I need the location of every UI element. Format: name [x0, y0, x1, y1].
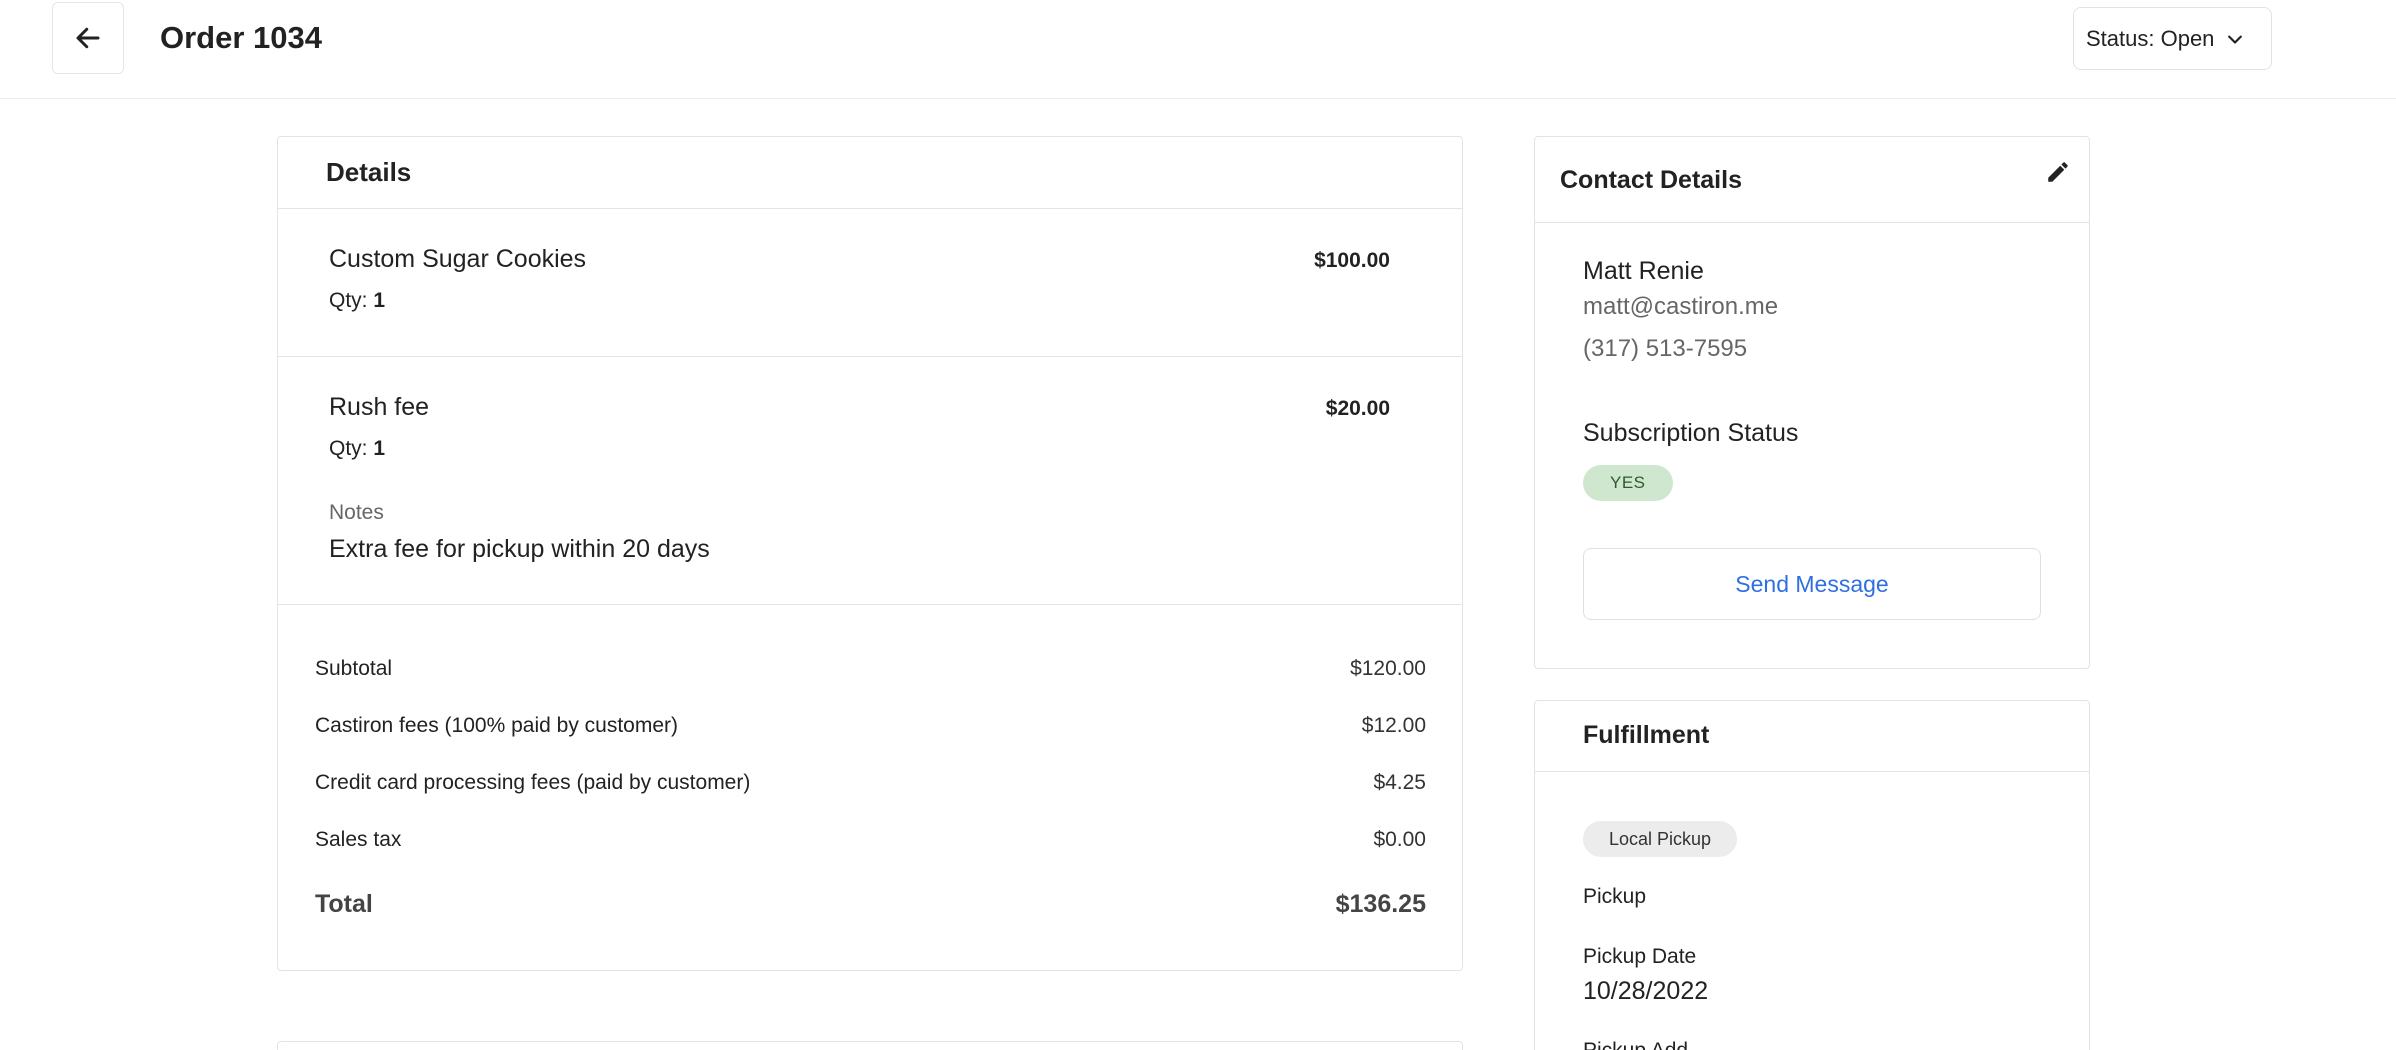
fulfillment-type: Pickup	[1583, 885, 1647, 908]
top-bar: Order 1034 Status: Open	[0, 0, 2396, 99]
cc-fees-row: Credit card processing fees (paid by cus…	[315, 771, 1426, 795]
order-item: Rush fee $20.00 Qty: 1 Notes Extra fee f…	[278, 357, 1462, 605]
pickup-date: 10/28/2022	[1583, 977, 1709, 1005]
contact-name: Matt Renie	[1583, 257, 1704, 285]
status-dropdown-label: Status: Open	[2086, 25, 2215, 51]
subtotal-row: Subtotal $120.00	[315, 657, 1426, 681]
item-qty: Qty: 1	[329, 289, 385, 313]
fulfillment-method-badge: Local Pickup	[1583, 821, 1738, 857]
item-qty-value: 1	[373, 437, 386, 460]
total-value: $136.25	[1335, 890, 1426, 918]
sales-tax-value: $0.00	[1373, 828, 1426, 851]
castiron-fees-row: Castiron fees (100% paid by customer) $1…	[315, 714, 1426, 738]
item-qty: Qty: 1	[329, 437, 385, 461]
subscription-status-badge: YES	[1583, 465, 1673, 501]
item-qty-value: 1	[373, 289, 386, 312]
castiron-fees-label: Castiron fees (100% paid by customer)	[315, 714, 678, 737]
item-name: Rush fee	[329, 393, 430, 421]
next-card	[277, 1041, 1463, 1050]
cc-fees-label: Credit card processing fees (paid by cus…	[315, 771, 751, 794]
item-price: $20.00	[1325, 397, 1390, 420]
contact-email: matt@castiron.me	[1583, 293, 1779, 320]
cc-fees-value: $4.25	[1373, 771, 1426, 794]
notes-text: Extra fee for pickup within 20 days	[329, 535, 710, 563]
details-card: Details Custom Sugar Cookies $100.00 Qty…	[277, 136, 1463, 971]
fulfillment-title: Fulfillment	[1535, 701, 2089, 772]
contact-card: Contact Details Matt Renie matt@castiron…	[1534, 136, 2090, 669]
item-price: $100.00	[1314, 249, 1390, 272]
pickup-date-label: Pickup Date	[1583, 945, 1697, 968]
chevron-down-icon	[2228, 35, 2242, 44]
total-label: Total	[315, 890, 373, 918]
castiron-fees-value: $12.00	[1361, 714, 1426, 737]
contact-title: Contact Details	[1560, 166, 1742, 194]
order-item: Custom Sugar Cookies $100.00 Qty: 1	[278, 209, 1462, 357]
notes-label: Notes	[329, 501, 384, 524]
item-qty-label: Qty:	[329, 289, 368, 312]
arrow-left-icon	[76, 27, 100, 49]
status-dropdown[interactable]: Status: Open	[2073, 7, 2272, 70]
sales-tax-label: Sales tax	[315, 828, 402, 851]
fulfillment-card: Fulfillment Local Pickup Pickup Pickup D…	[1534, 700, 2090, 1050]
details-title: Details	[278, 137, 1462, 209]
item-name: Custom Sugar Cookies	[329, 245, 587, 273]
sales-tax-row: Sales tax $0.00	[315, 828, 1426, 852]
total-row: Total $136.25	[315, 890, 1426, 919]
subtotal-value: $120.00	[1350, 657, 1426, 680]
pickup-address-label: Pickup Add	[1583, 1039, 1688, 1050]
order-summary: Subtotal $120.00 Castiron fees (100% pai…	[278, 605, 1462, 970]
subscription-status-label: Subscription Status	[1583, 419, 1799, 447]
item-qty-label: Qty:	[329, 437, 368, 460]
pencil-icon[interactable]	[2045, 159, 2071, 185]
send-message-button[interactable]: Send Message	[1583, 548, 2041, 620]
subtotal-label: Subtotal	[315, 657, 393, 680]
contact-header: Contact Details	[1535, 137, 2089, 223]
back-button[interactable]	[52, 2, 124, 74]
contact-phone: (317) 513-7595	[1583, 335, 1748, 362]
page-title: Order 1034	[160, 20, 322, 55]
